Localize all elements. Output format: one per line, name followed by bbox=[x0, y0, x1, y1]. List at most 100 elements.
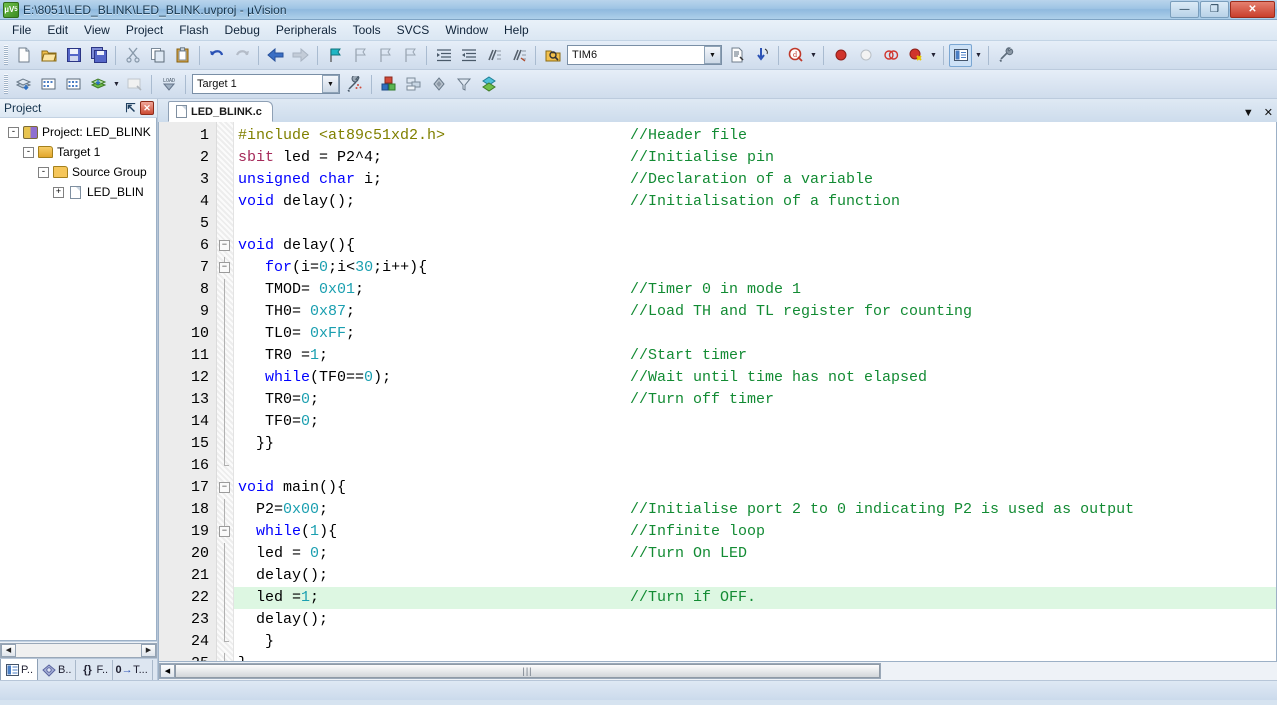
expander-toggle[interactable]: - bbox=[8, 126, 19, 138]
menu-item-edit[interactable]: Edit bbox=[39, 20, 76, 40]
open-file-icon[interactable] bbox=[37, 44, 60, 67]
navigate-forward-icon[interactable] bbox=[289, 44, 312, 67]
menu-item-project[interactable]: Project bbox=[118, 20, 171, 40]
insert-breakpoint-icon[interactable] bbox=[829, 44, 852, 67]
bookmark-clear-icon[interactable] bbox=[398, 44, 421, 67]
scroll-right-arrow-icon[interactable]: ▶ bbox=[141, 643, 156, 657]
build-target-icon[interactable] bbox=[37, 73, 60, 96]
code-text-region[interactable]: #include <at89c51xd2.h> sbit led = P2^4;… bbox=[234, 122, 1276, 661]
tab-templates[interactable]: 0 → T... bbox=[113, 660, 153, 680]
bookmark-prev-icon[interactable] bbox=[348, 44, 371, 67]
chevron-down-icon[interactable]: ▼ bbox=[704, 46, 721, 64]
undo-icon[interactable] bbox=[205, 44, 228, 67]
chevron-down-icon[interactable]: ▼ bbox=[973, 44, 984, 67]
project-tree[interactable]: - Project: LED_BLINK - Target 1 - Source… bbox=[0, 118, 157, 641]
comment-lines-icon[interactable] bbox=[482, 44, 505, 67]
editor-hscrollbar[interactable]: ◀ ||| bbox=[159, 663, 881, 679]
menu-item-help[interactable]: Help bbox=[496, 20, 537, 40]
new-file-icon[interactable] bbox=[12, 44, 35, 67]
toolbar-separator bbox=[115, 45, 116, 65]
bookmark-next-icon[interactable] bbox=[373, 44, 396, 67]
menu-item-flash[interactable]: Flash bbox=[171, 20, 216, 40]
target-value[interactable]: Target 1 bbox=[197, 78, 322, 90]
configure-tools-icon[interactable] bbox=[994, 44, 1017, 67]
fold-toggle-function-delay[interactable]: − bbox=[217, 235, 233, 257]
uncomment-lines-icon[interactable] bbox=[507, 44, 530, 67]
toolbar-grip[interactable] bbox=[4, 45, 8, 65]
cut-icon[interactable] bbox=[121, 44, 144, 67]
menu-item-window[interactable]: Window bbox=[437, 20, 496, 40]
manage-multi-project-icon[interactable] bbox=[402, 73, 425, 96]
find-in-files-icon[interactable] bbox=[541, 44, 564, 67]
minimize-button[interactable]: — bbox=[1170, 1, 1199, 18]
fold-toggle-for-loop[interactable]: − bbox=[217, 257, 233, 279]
disable-breakpoint-icon[interactable] bbox=[879, 44, 902, 67]
kill-breakpoint-icon[interactable] bbox=[854, 44, 877, 67]
chevron-down-icon[interactable]: ▼ bbox=[111, 73, 122, 96]
toolbar-grip[interactable] bbox=[4, 74, 8, 94]
tree-node-source-group[interactable]: - Source Group bbox=[0, 162, 156, 182]
expander-toggle[interactable]: + bbox=[53, 186, 64, 198]
auto-hide-pin-icon[interactable]: ⇱ bbox=[124, 101, 137, 115]
redo-icon[interactable] bbox=[230, 44, 253, 67]
menu-item-svcs[interactable]: SVCS bbox=[389, 20, 438, 40]
scroll-left-arrow-icon[interactable]: ◀ bbox=[1, 643, 16, 657]
expander-toggle[interactable]: - bbox=[38, 166, 49, 178]
code-folding-column[interactable]: − − − − bbox=[217, 122, 234, 661]
start-debug-icon[interactable]: d bbox=[784, 44, 807, 67]
manage-project-items-icon[interactable] bbox=[377, 73, 400, 96]
tab-books[interactable]: B.. bbox=[38, 660, 77, 680]
window-layout-icon[interactable] bbox=[949, 43, 972, 67]
tree-node-target[interactable]: - Target 1 bbox=[0, 142, 156, 162]
editor-tab-led-blink-c[interactable]: LED_BLINK.c bbox=[168, 101, 273, 122]
navigate-back-icon[interactable] bbox=[264, 44, 287, 67]
menu-item-view[interactable]: View bbox=[76, 20, 118, 40]
expander-toggle[interactable]: - bbox=[23, 146, 34, 158]
bookmark-toggle-icon[interactable] bbox=[323, 44, 346, 67]
indent-increase-icon[interactable] bbox=[432, 44, 455, 67]
tree-node-project[interactable]: - Project: LED_BLINK bbox=[0, 122, 156, 142]
goto-definition-icon[interactable] bbox=[750, 44, 773, 67]
translate-file-icon[interactable] bbox=[12, 73, 35, 96]
tabstrip-close-icon[interactable]: ✕ bbox=[1264, 108, 1273, 119]
functions-icon[interactable] bbox=[452, 73, 475, 96]
chevron-down-icon[interactable]: ▼ bbox=[928, 44, 939, 67]
download-icon[interactable]: LOAD bbox=[157, 73, 180, 96]
copy-icon[interactable] bbox=[146, 44, 169, 67]
search-input[interactable]: TIM6 bbox=[572, 49, 704, 61]
scroll-left-arrow-icon[interactable]: ◀ bbox=[160, 664, 175, 678]
books-icon[interactable] bbox=[427, 73, 450, 96]
tab-project[interactable]: P.. bbox=[0, 659, 39, 680]
insert-file-icon[interactable] bbox=[725, 44, 748, 67]
chevron-down-icon[interactable]: ▼ bbox=[322, 75, 339, 93]
save-icon[interactable] bbox=[62, 44, 85, 67]
paste-icon[interactable] bbox=[171, 44, 194, 67]
indent-decrease-icon[interactable] bbox=[457, 44, 480, 67]
tab-functions[interactable]: {} F.. bbox=[76, 660, 114, 680]
code-comment: //Timer 0 in mode 1 bbox=[630, 281, 802, 298]
templates-icon[interactable] bbox=[477, 73, 500, 96]
close-panel-icon[interactable]: ✕ bbox=[140, 101, 154, 115]
fold-toggle-while-loop[interactable]: − bbox=[217, 521, 233, 543]
target-combo[interactable]: Target 1 ▼ bbox=[192, 74, 340, 94]
menu-item-debug[interactable]: Debug bbox=[217, 20, 268, 40]
chevron-down-icon[interactable]: ▼ bbox=[808, 44, 819, 67]
kill-all-breakpoints-icon[interactable] bbox=[904, 44, 927, 67]
save-all-icon[interactable] bbox=[87, 44, 110, 67]
menu-item-file[interactable]: File bbox=[4, 20, 39, 40]
search-combo[interactable]: TIM6 ▼ bbox=[567, 45, 722, 65]
menu-item-peripherals[interactable]: Peripherals bbox=[268, 20, 345, 40]
code-editor[interactable]: 1 2 3 4 5 6 7 8 9 10 11 12 13 14 15 16 1… bbox=[158, 122, 1277, 662]
stop-build-icon[interactable] bbox=[123, 73, 146, 96]
fold-toggle-function-main[interactable]: − bbox=[217, 477, 233, 499]
tree-node-source-file[interactable]: + LED_BLIN bbox=[0, 182, 156, 202]
project-panel-hscrollbar[interactable]: ◀ ▶ bbox=[0, 641, 157, 658]
rebuild-all-icon[interactable] bbox=[62, 73, 85, 96]
maximize-restore-button[interactable]: ❐ bbox=[1200, 1, 1229, 18]
menu-item-tools[interactable]: Tools bbox=[345, 20, 389, 40]
scroll-thumb[interactable]: ||| bbox=[175, 664, 880, 678]
batch-build-icon[interactable] bbox=[87, 73, 110, 96]
target-options-icon[interactable] bbox=[343, 73, 366, 96]
tabstrip-menu-icon[interactable]: ▼ bbox=[1243, 108, 1254, 119]
close-button[interactable]: ✕ bbox=[1230, 1, 1275, 18]
